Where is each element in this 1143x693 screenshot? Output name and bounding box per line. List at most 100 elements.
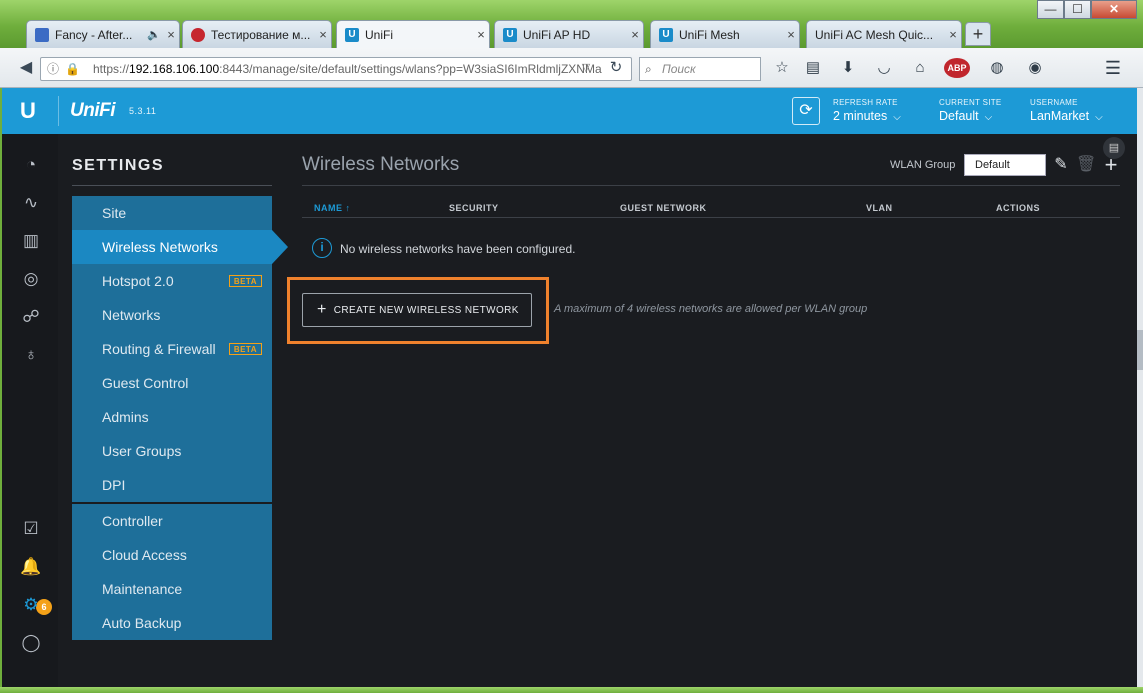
refresh-rate-label: REFRESH RATE [833,98,898,107]
star-icon[interactable]: ☆ [772,58,792,78]
username-label: USERNAME [1030,98,1078,107]
settings-item-controller[interactable]: Controller [72,504,272,538]
address-bar[interactable]: ⓘ 🔒 https://192.168.106.100:8443/manage/… [40,57,632,81]
max-networks-note: A maximum of 4 wireless networks are all… [554,303,868,315]
ubiquiti-logo-icon[interactable]: U [20,99,40,123]
settings-item-user-groups[interactable]: User Groups [72,434,272,468]
window-close-button[interactable]: ✕ [1091,0,1137,19]
column-header-guest-network[interactable]: GUEST NETWORK [620,203,707,213]
browser-titlebar: Fancy - After... 🔈 × Тестирование м... ×… [0,0,1143,48]
browser-tab[interactable]: U UniFi AP HD × [494,20,644,48]
edit-pencil-icon[interactable]: ✎ [1051,154,1071,176]
tab-title: Тестирование м... [211,27,311,42]
browser-tab[interactable]: Fancy - After... 🔈 × [26,20,180,48]
print-icon[interactable]: ▤ [1103,137,1125,159]
refresh-icon[interactable]: ⟳ [792,97,820,125]
close-icon[interactable]: × [315,27,331,42]
speaker-icon[interactable]: 🔈 [147,28,161,41]
browser-tab[interactable]: Тестирование м... × [182,20,332,48]
wlan-group-select[interactable]: Default [964,154,1046,176]
column-header-security[interactable]: SECURITY [449,203,499,213]
maximize-button[interactable]: ☐ [1064,0,1091,19]
dropdown-arrow-icon[interactable]: ▽ [574,56,598,80]
url-prefix: https:// [93,62,130,76]
minimize-button[interactable]: — [1037,0,1064,19]
refresh-rate-selector[interactable]: REFRESH RATE 2 minutes ⌵ [833,98,901,123]
settings-item-guest-control[interactable]: Guest Control [72,366,272,400]
download-icon[interactable]: ⬇ [838,58,858,78]
info-icon: i [312,238,332,258]
alerts-checkbox-icon[interactable]: ☑ [20,518,42,540]
new-tab-button[interactable]: + [965,22,991,46]
column-header-actions: ACTIONS [996,203,1040,213]
search-input[interactable]: ⌕ Поиск [639,57,761,81]
divider [72,185,272,186]
scrollbar-thumb[interactable] [1137,330,1143,370]
unifi-icon: U [659,27,673,42]
reload-icon[interactable]: ↻ [604,56,628,80]
menu-item-label: Wireless Networks [102,239,218,255]
beta-badge: BETA [228,275,262,287]
reader-list-icon[interactable]: ▤ [803,58,823,78]
unifi-icon: U [345,27,359,42]
close-icon[interactable]: × [783,27,799,42]
window-frame-bottom [0,687,1143,693]
current-site-selector[interactable]: CURRENT SITE Default ⌵ [939,98,1002,123]
current-site-value: Default [939,109,979,123]
bell-icon[interactable]: 🔔 [20,556,42,578]
settings-menu-group: Controller Cloud Access Maintenance Auto… [72,504,272,640]
devices-icon[interactable]: ◎ [20,268,42,290]
close-icon[interactable]: × [473,27,489,42]
menu-item-label: DPI [102,477,126,493]
close-icon[interactable]: × [627,27,643,42]
close-icon[interactable]: × [163,27,179,42]
lock-warning-icon[interactable]: 🔒 [65,58,80,80]
create-wireless-network-button[interactable]: + CREATE NEW WIRELESS NETWORK [302,293,532,327]
settings-item-hotspot[interactable]: Hotspot 2.0 BETA [72,264,272,298]
back-icon[interactable]: ◀ [14,56,38,80]
statistics-pulse-icon[interactable]: ∿ [20,192,42,214]
settings-gear-icon[interactable]: ⚙ [20,594,42,616]
settings-item-admins[interactable]: Admins [72,400,272,434]
chat-icon[interactable]: ◯ [20,632,42,654]
unifi-app: U UniFi 5.3.11 ⟳ REFRESH RATE 2 minutes ⌵… [2,88,1137,687]
scrollbar[interactable] [1137,88,1143,687]
browser-tab-active[interactable]: U UniFi × [336,20,490,48]
map-icon[interactable]: ▥ [20,230,42,252]
clients-icon[interactable]: ☍ [20,306,42,328]
insights-bulb-icon[interactable]: ♁ [20,344,42,366]
settings-item-dpi[interactable]: DPI [72,468,272,502]
browser-tab[interactable]: UniFi AC Mesh Quic... × [806,20,962,48]
settings-item-cloud-access[interactable]: Cloud Access [72,538,272,572]
menu-item-label: User Groups [102,443,182,459]
brand-logo: UniFi [70,100,116,121]
home-icon[interactable]: ⌂ [910,58,930,78]
create-button-label: CREATE NEW WIRELESS NETWORK [333,304,519,316]
settings-item-auto-backup[interactable]: Auto Backup [72,606,272,640]
menu-item-label: Guest Control [102,375,189,391]
play-icon [35,27,49,42]
divider [302,217,1120,218]
settings-item-routing-firewall[interactable]: Routing & Firewall BETA [72,332,272,366]
menu-item-label: Controller [102,513,163,529]
info-circle-icon[interactable]: ⓘ [47,58,59,80]
red-circle-icon [191,27,205,42]
column-header-name[interactable]: NAME ↑ [314,203,351,213]
close-icon[interactable]: × [945,27,961,42]
settings-item-networks[interactable]: Networks [72,298,272,332]
settings-item-wireless-networks[interactable]: Wireless Networks [72,230,288,264]
dashboard-icon[interactable]: ◔ [20,154,42,176]
globe-icon[interactable]: ◍ [987,58,1007,78]
pocket-icon[interactable]: ◡ [874,58,894,78]
browser-tab[interactable]: U UniFi Mesh × [650,20,800,48]
url-host: 192.168.106.100 [129,62,220,76]
eye-icon[interactable]: ◉ [1025,58,1045,78]
settings-menu: Site Wireless Networks Hotspot 2.0 BETA N… [72,196,288,640]
username-selector[interactable]: USERNAME LanMarket ⌵ [1030,98,1103,123]
column-header-vlan[interactable]: VLAN [866,203,893,213]
beta-badge: BETA [228,343,262,355]
settings-item-maintenance[interactable]: Maintenance [72,572,272,606]
menu-icon[interactable]: ☰ [1103,58,1123,78]
settings-item-site[interactable]: Site [72,196,272,230]
adblock-icon[interactable]: ABP [944,58,970,78]
